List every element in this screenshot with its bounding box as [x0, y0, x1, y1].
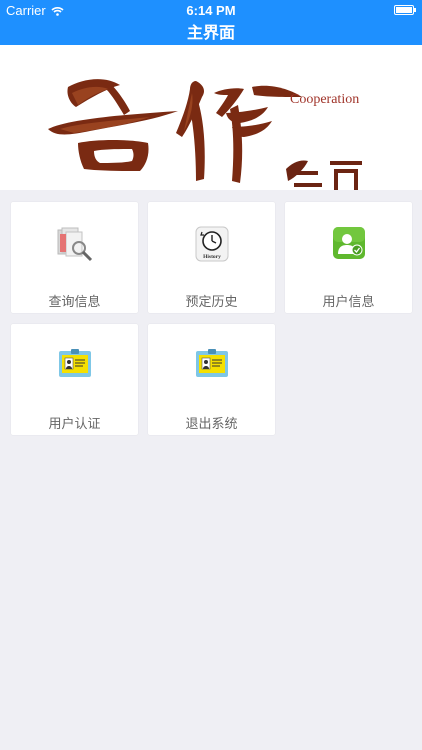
tile-user-info[interactable]: 用户信息	[285, 202, 412, 313]
search-documents-icon	[57, 227, 92, 262]
banner-caption: Cooperation	[290, 92, 359, 107]
status-bar: Carrier 6:14 PM	[0, 0, 422, 22]
tile-label: 用户信息	[322, 295, 375, 310]
id-card-icon	[195, 349, 228, 377]
tile-user-authentication[interactable]: 用户认证	[11, 324, 138, 435]
cooperation-logo: Cooperation	[48, 79, 366, 195]
tile-booking-history[interactable]: History 预定历史	[148, 202, 275, 313]
page-title: 主界面	[0, 22, 422, 45]
tile-label: 预定历史	[185, 295, 238, 310]
svg-text:History: History	[203, 254, 221, 260]
status-time: 6:14 PM	[186, 3, 236, 18]
tile-label: 查询信息	[48, 295, 101, 310]
history-icon: History	[195, 226, 228, 262]
id-card-icon	[58, 349, 91, 377]
tile-label: 用户认证	[48, 417, 101, 432]
banner: Cooperation	[0, 45, 422, 195]
tile-exit-system[interactable]: 退出系统	[148, 324, 275, 435]
battery-icon	[394, 5, 416, 15]
tile-query-info[interactable]: 查询信息	[11, 202, 138, 313]
user-info-icon	[332, 227, 365, 259]
tile-label: 退出系统	[185, 417, 238, 432]
